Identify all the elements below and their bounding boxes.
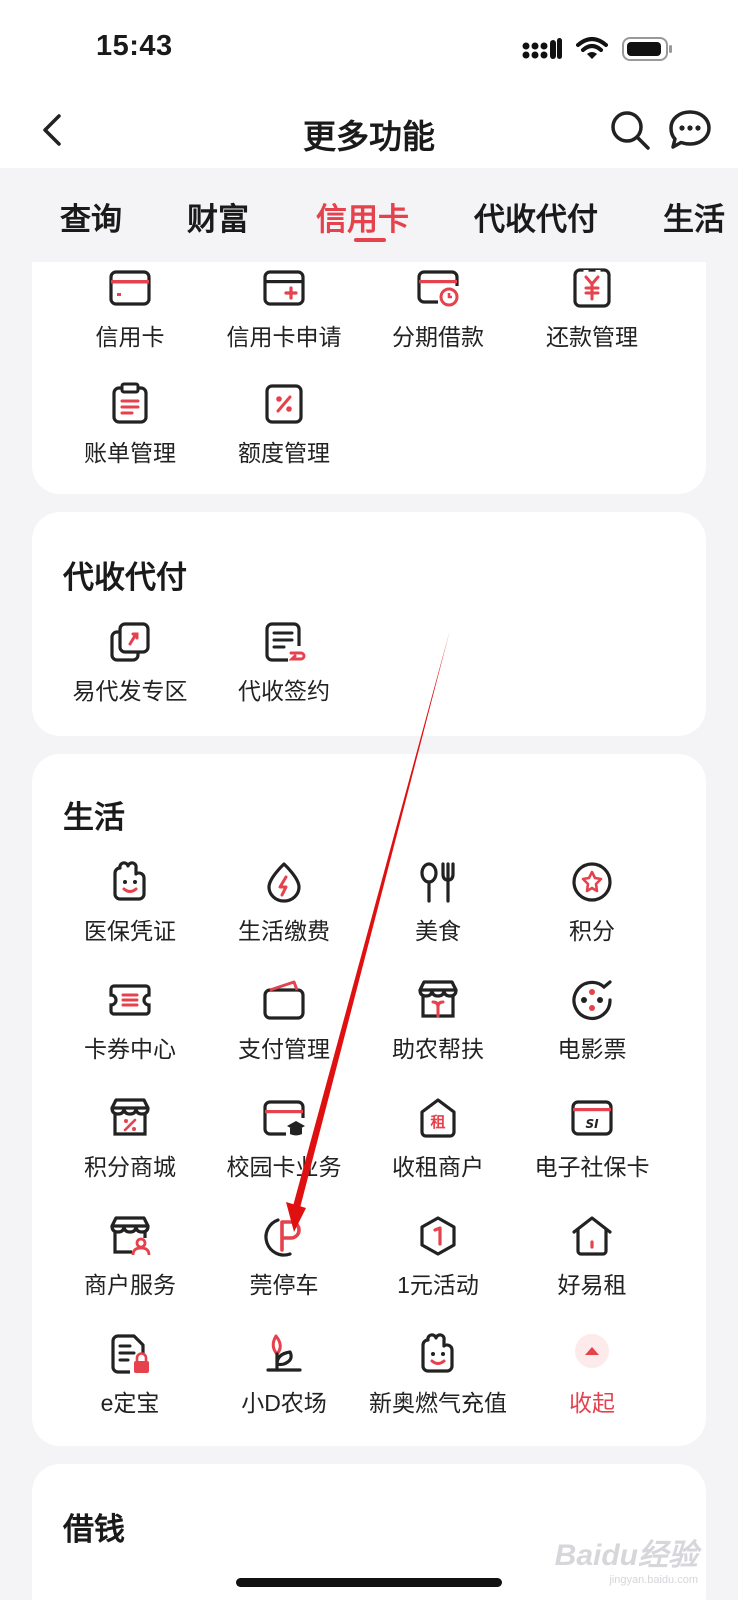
grid-item-utility[interactable]: 生活缴费: [204, 860, 364, 946]
coupon-icon: [109, 984, 151, 1016]
grid-item-farm-aid[interactable]: 助农帮扶: [358, 978, 518, 1064]
svg-text:租: 租: [430, 1113, 445, 1131]
installment-icon: [417, 270, 459, 307]
grid-item-points[interactable]: 积分: [512, 860, 672, 946]
grid-item-rent-merchant[interactable]: 租 收租商户: [358, 1096, 518, 1182]
merchant-icon: [110, 1216, 151, 1256]
campus-card-icon: [263, 1100, 305, 1136]
points-icon: [572, 862, 612, 902]
active-tab-indicator: [354, 238, 386, 242]
tab-wealth[interactable]: 财富: [187, 194, 249, 239]
sprout-icon: [266, 1334, 302, 1372]
grid-item-social-security[interactable]: SI 电子社保卡: [512, 1096, 672, 1182]
utility-icon: [267, 862, 301, 903]
points-mall-icon: [110, 1098, 150, 1136]
category-tabs: 查询 财富 信用卡 代收代付 生活: [0, 168, 738, 262]
grid-item-merchant[interactable]: 商户服务: [50, 1214, 210, 1300]
section-title-collect-pay: 代收代付: [63, 560, 187, 595]
chat-icon[interactable]: [668, 108, 712, 152]
grid-item-repayment[interactable]: 还款管理: [512, 266, 672, 352]
grid-item-credit-card[interactable]: 信用卡: [50, 266, 210, 352]
grid-item-one-yuan[interactable]: 1元活动: [358, 1214, 518, 1300]
food-icon: [420, 862, 455, 903]
collapse-label: 收起: [569, 1390, 615, 1416]
svg-text:SI: SI: [585, 1117, 599, 1131]
grid-item-sprout[interactable]: 小D农场: [204, 1332, 364, 1418]
tab-life[interactable]: 生活: [663, 194, 725, 239]
wifi-icon: [576, 37, 608, 59]
limit-icon: [265, 384, 303, 424]
contract-icon: [265, 622, 306, 662]
grid-item-gas[interactable]: 新奥燃气充值: [358, 1332, 518, 1418]
lock-doc-icon: [111, 1334, 149, 1374]
payroll-icon: [110, 622, 150, 662]
grid-item-coupon[interactable]: 卡券中心: [50, 978, 210, 1064]
status-time: 15:43: [96, 30, 173, 62]
grid-item-payroll[interactable]: 易代发专区: [50, 620, 210, 706]
signal-icon: [522, 38, 562, 59]
baidu-watermark: Baidu经验 jingyan.baidu.com: [554, 1539, 698, 1586]
grid-item-medical[interactable]: 医保凭证: [50, 860, 210, 946]
section-title-borrow: 借钱: [63, 1512, 125, 1547]
collapse-up-icon: [575, 1334, 609, 1368]
grid-item-points-mall[interactable]: 积分商城: [50, 1096, 210, 1182]
grid-item-installment[interactable]: 分期借款: [358, 266, 518, 352]
farm-aid-icon: [418, 980, 458, 1018]
card-apply-icon: [263, 270, 305, 306]
wallet-icon: [263, 980, 305, 1020]
collapse-button[interactable]: 收起: [512, 1332, 672, 1418]
grid-item-lock-doc[interactable]: e定宝: [50, 1332, 210, 1418]
grid-item-limit[interactable]: 额度管理: [204, 382, 364, 468]
grid-item-card-apply[interactable]: 信用卡申请: [204, 266, 364, 352]
social-security-icon: SI: [571, 1100, 613, 1136]
bill-icon: [112, 382, 148, 424]
gas-icon: [421, 1333, 454, 1373]
collect-pay-section: 代收代付 易代发专区 代收签约: [32, 512, 706, 736]
grid-item-food[interactable]: 美食: [358, 860, 518, 946]
movie-icon: [572, 980, 612, 1021]
grid-item-house[interactable]: 好易租: [512, 1214, 672, 1300]
one-yuan-icon: [420, 1216, 456, 1256]
house-icon: [572, 1216, 612, 1256]
grid-item-wallet[interactable]: 支付管理: [204, 978, 364, 1064]
repayment-icon: [573, 268, 611, 308]
search-icon[interactable]: [608, 108, 652, 152]
tab-collect-pay[interactable]: 代收代付: [474, 194, 598, 239]
grid-item-contract[interactable]: 代收签约: [204, 620, 364, 706]
status-bar: 15:43: [0, 0, 738, 96]
life-section: 生活 医保凭证 生活缴费 美食 积分 卡券中心 支付管理 助农帮扶 电影票 积分…: [32, 754, 706, 1446]
credit-card-section: 信用卡 信用卡申请 分期借款 还款管理 账单管理 额度管理: [32, 262, 706, 494]
tab-credit-card[interactable]: 信用卡: [316, 194, 409, 239]
parking-icon: [264, 1218, 301, 1257]
grid-item-parking[interactable]: 莞停车: [204, 1214, 364, 1300]
grid-item-bill[interactable]: 账单管理: [50, 382, 210, 468]
grid-item-movie[interactable]: 电影票: [512, 978, 672, 1064]
grid-item-campus-card[interactable]: 校园卡业务: [204, 1096, 364, 1182]
home-indicator: [236, 1578, 502, 1587]
credit-card-icon: [109, 270, 151, 306]
nav-bar: 更多功能: [0, 96, 738, 168]
tab-query[interactable]: 查询: [60, 194, 122, 239]
medical-icon: [113, 861, 146, 901]
rent-merchant-icon: 租: [420, 1098, 456, 1138]
battery-icon: [622, 37, 672, 61]
section-title-life: 生活: [63, 800, 125, 835]
status-icons: [522, 36, 674, 62]
